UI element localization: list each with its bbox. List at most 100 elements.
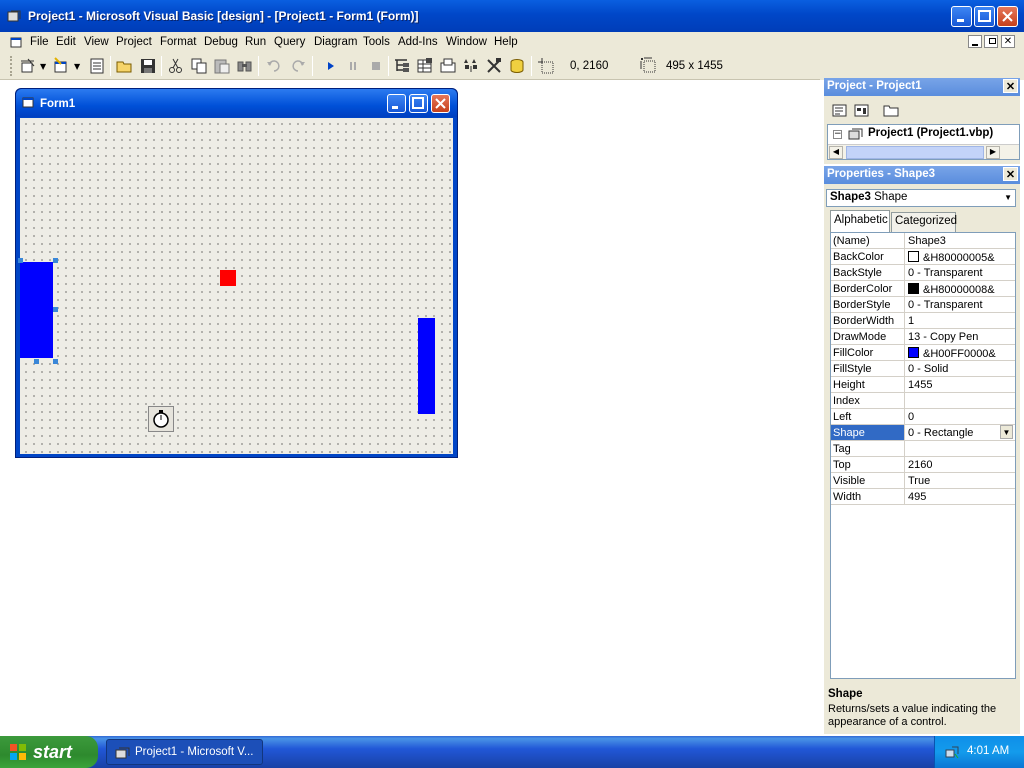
add-form-icon[interactable]: [52, 57, 70, 75]
object-selector[interactable]: Shape3 Shape ▼: [826, 189, 1016, 207]
menu-window[interactable]: Window: [446, 36, 487, 48]
property-name[interactable]: FillColor: [831, 345, 905, 360]
view-object-icon[interactable]: [854, 104, 870, 118]
close-button[interactable]: [997, 6, 1018, 27]
selection-handle[interactable]: [34, 359, 39, 364]
property-row-borderstyle[interactable]: BorderStyle 0 - Transparent: [831, 297, 1015, 313]
property-name[interactable]: DrawMode: [831, 329, 905, 344]
property-value[interactable]: &H80000008&: [906, 281, 1015, 296]
property-row-bordercolor[interactable]: BorderColor &H80000008&: [831, 281, 1015, 297]
tab-alphabetic[interactable]: Alphabetic: [830, 210, 890, 232]
mdi-restore-button[interactable]: [984, 35, 998, 48]
mdi-close-button[interactable]: ✕: [1001, 35, 1015, 48]
form-doc-icon[interactable]: [10, 36, 23, 49]
scroll-left-icon[interactable]: ◀: [829, 146, 843, 159]
form1-titlebar[interactable]: Form1: [16, 89, 457, 117]
menu-file[interactable]: File: [30, 36, 49, 48]
find-icon[interactable]: [236, 57, 254, 75]
property-value[interactable]: [906, 393, 1015, 408]
menu-project[interactable]: Project: [116, 36, 152, 48]
property-row-tag[interactable]: Tag: [831, 441, 1015, 457]
menu-query[interactable]: Query: [274, 36, 305, 48]
property-value[interactable]: 0 - Transparent: [906, 297, 1015, 312]
property-value[interactable]: 1: [906, 313, 1015, 328]
add-form-dropdown-icon[interactable]: ▼: [74, 62, 80, 71]
property-value[interactable]: True: [906, 473, 1015, 488]
taskbar-button-vb[interactable]: Project1 - Microsoft V...: [106, 739, 263, 765]
menu-run[interactable]: Run: [245, 36, 266, 48]
property-row-fillcolor[interactable]: FillColor &H00FF0000&: [831, 345, 1015, 361]
tree-collapse-icon[interactable]: −: [833, 130, 842, 139]
property-value[interactable]: 495: [906, 489, 1015, 504]
menu-view[interactable]: View: [84, 36, 109, 48]
property-name[interactable]: Visible: [831, 473, 905, 488]
property-name[interactable]: BackStyle: [831, 265, 905, 280]
menu-editor-icon[interactable]: [88, 57, 106, 75]
property-row-height[interactable]: Height 1455: [831, 377, 1015, 393]
selection-handle[interactable]: [53, 258, 58, 263]
property-value[interactable]: 0 - Solid: [906, 361, 1015, 376]
property-value[interactable]: 1455: [906, 377, 1015, 392]
property-name[interactable]: BorderWidth: [831, 313, 905, 328]
minimize-button[interactable]: [951, 6, 972, 27]
right-paddle-shape[interactable]: [418, 318, 435, 414]
menu-edit[interactable]: Edit: [56, 36, 76, 48]
property-row-width[interactable]: Width 495: [831, 489, 1015, 505]
property-name[interactable]: Tag: [831, 441, 905, 456]
scroll-right-icon[interactable]: ▶: [986, 146, 1000, 159]
property-row-shape[interactable]: Shape 0 - Rectangle ▼: [831, 425, 1015, 441]
menu-format[interactable]: Format: [160, 36, 196, 48]
property-name[interactable]: (Name): [831, 233, 905, 248]
add-project-dropdown-icon[interactable]: ▼: [40, 62, 46, 71]
property-value[interactable]: &H00FF0000&: [906, 345, 1015, 360]
form-design-surface[interactable]: [18, 118, 453, 454]
vb-app-icon[interactable]: [7, 9, 21, 23]
property-name[interactable]: Index: [831, 393, 905, 408]
property-row-visible[interactable]: Visible True: [831, 473, 1015, 489]
menu-diagram[interactable]: Diagram: [314, 36, 357, 48]
property-name[interactable]: Top: [831, 457, 905, 472]
copy-icon[interactable]: [190, 57, 208, 75]
save-project-icon[interactable]: [139, 57, 157, 75]
toggle-folders-icon[interactable]: [883, 103, 900, 118]
undo-icon[interactable]: [265, 57, 283, 75]
menu-help[interactable]: Help: [494, 36, 518, 48]
property-name[interactable]: FillStyle: [831, 361, 905, 376]
paste-icon[interactable]: [213, 57, 231, 75]
form-close-button[interactable]: [431, 94, 450, 113]
view-code-icon[interactable]: [832, 104, 848, 118]
property-value[interactable]: 0 - Rectangle ▼: [906, 425, 1015, 440]
selection-handle[interactable]: [53, 307, 58, 312]
shape3-rectangle[interactable]: [20, 262, 53, 358]
object-browser-icon[interactable]: [462, 57, 480, 75]
property-name[interactable]: Height: [831, 377, 905, 392]
chevron-down-icon[interactable]: ▼: [1004, 193, 1012, 202]
property-name[interactable]: Shape: [831, 425, 905, 440]
properties-grid[interactable]: (Name) Shape3 BackColor &H80000005& BackStyl…: [830, 232, 1016, 679]
property-name[interactable]: BackColor: [831, 249, 905, 264]
end-icon[interactable]: [367, 57, 385, 75]
property-row-index[interactable]: Index: [831, 393, 1015, 409]
property-name[interactable]: BorderColor: [831, 281, 905, 296]
property-value[interactable]: 0 - Transparent: [906, 265, 1015, 280]
network-tray-icon[interactable]: [944, 744, 960, 760]
properties-panel-close-button[interactable]: ✕: [1003, 167, 1018, 181]
project-tree-root[interactable]: Project1 (Project1.vbp): [868, 127, 993, 139]
start-icon[interactable]: [322, 57, 340, 75]
redo-icon[interactable]: [289, 57, 307, 75]
scroll-thumb[interactable]: [846, 146, 984, 159]
property-row-drawmode[interactable]: DrawMode 13 - Copy Pen: [831, 329, 1015, 345]
toolbox-icon[interactable]: [485, 57, 503, 75]
timer-control[interactable]: [148, 406, 174, 432]
chevron-down-icon[interactable]: ▼: [1000, 425, 1013, 439]
mdi-minimize-button[interactable]: [968, 35, 982, 48]
property-row-left[interactable]: Left 0: [831, 409, 1015, 425]
open-project-icon[interactable]: [116, 57, 134, 75]
menu-add-ins[interactable]: Add-Ins: [398, 36, 438, 48]
red-square-shape[interactable]: [220, 270, 236, 286]
maximize-button[interactable]: [974, 6, 995, 27]
form-minimize-button[interactable]: [387, 94, 406, 113]
form1-window[interactable]: Form1: [15, 88, 458, 458]
form-icon[interactable]: [22, 97, 35, 109]
menu-tools[interactable]: Tools: [363, 36, 390, 48]
